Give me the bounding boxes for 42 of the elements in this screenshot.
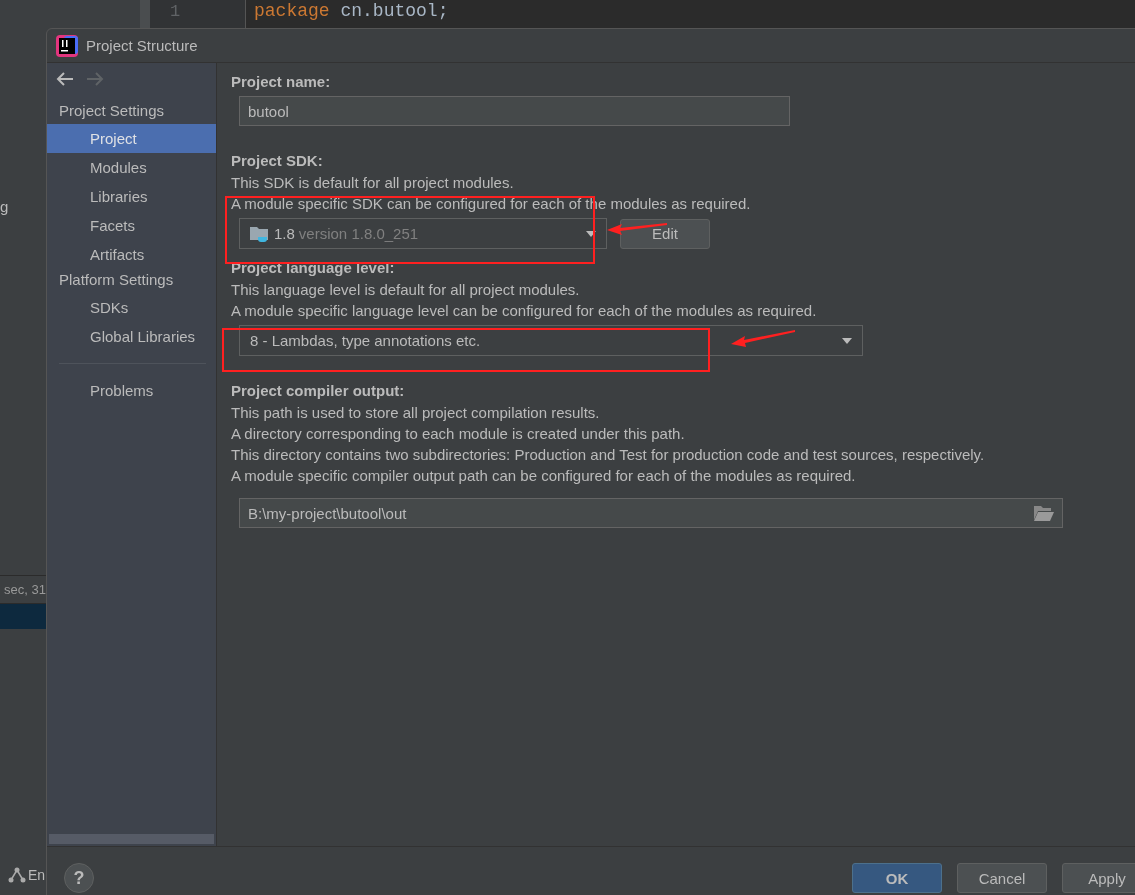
dialog-button[interactable]: Apply [1062, 863, 1135, 893]
dropdown-arrow-icon [842, 337, 852, 344]
sidebar-item[interactable]: SDKs [47, 293, 216, 322]
help-button[interactable]: ? [64, 863, 94, 893]
field-label: Project SDK: [231, 151, 324, 171]
sidebar-section-title: Platform Settings [58, 270, 175, 290]
field-label: Project name: [231, 72, 332, 92]
path-field[interactable]: B:\my-project\butool\out [239, 498, 1063, 528]
scrollbar[interactable] [49, 834, 214, 844]
sidebar-item[interactable]: Libraries [47, 182, 216, 211]
branches-icon[interactable] [8, 867, 26, 883]
description-text: This directory contains two subdirectories: Production and Test for production code and test sources, respectively. [231, 445, 986, 465]
window-title: Project Structure [86, 37, 198, 54]
description-text: A module specific language level can be configured for each of the modules as required. [231, 301, 818, 321]
description-text: This path is used to store all project compilation results. [231, 403, 601, 423]
panel-text: g [0, 198, 10, 215]
annotation-arrow [730, 328, 796, 348]
text-field[interactable]: butool [239, 96, 790, 126]
description-text: A directory corresponding to each module is created under this path. [231, 424, 686, 444]
description-text: This SDK is default for all project modules. [231, 173, 515, 193]
sidebar-section-title: Project Settings [58, 101, 166, 121]
folder-icon [250, 225, 270, 242]
sidebar-item[interactable]: Problems [47, 376, 216, 405]
dialog-button[interactable]: Cancel [957, 863, 1047, 893]
description-text: A module specific compiler output path can be configured for each of the modules as required. [231, 466, 857, 486]
forward-arrow-icon[interactable] [86, 72, 104, 86]
dropdown-arrow-icon [586, 230, 596, 237]
sidebar-item[interactable]: Global Libraries [47, 322, 216, 351]
sdk-dropdown[interactable]: 1.8 version 1.8.0_251 [239, 218, 607, 249]
edit-button[interactable]: Edit [620, 218, 710, 249]
folder-icon[interactable] [1034, 505, 1054, 521]
language-level-dropdown[interactable]: 8 - Lambdas, type annotations etc. [239, 325, 863, 356]
sidebar-item[interactable]: Modules [47, 153, 216, 182]
back-arrow-icon[interactable] [56, 72, 74, 86]
app-logo-icon [56, 34, 78, 57]
field-label: Project compiler output: [231, 381, 406, 401]
description-text: This language level is default for all project modules. [231, 280, 581, 300]
sidebar-item[interactable]: Project [47, 124, 216, 153]
sidebar-item[interactable]: Artifacts [47, 240, 216, 269]
dialog-button[interactable]: OK [852, 863, 942, 893]
sidebar-item[interactable]: Facets [47, 211, 216, 240]
tab-label[interactable]: En [28, 867, 46, 883]
